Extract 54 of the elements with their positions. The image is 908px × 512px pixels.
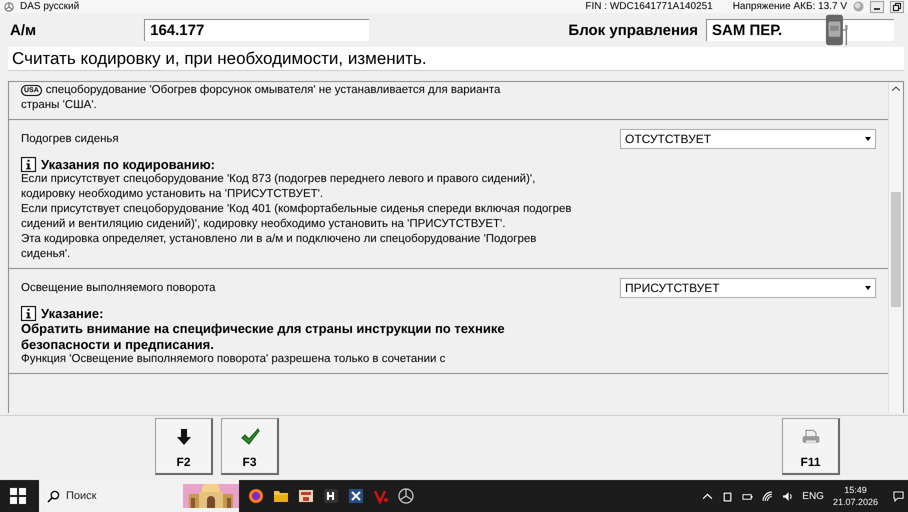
search-field[interactable]: Поиск [39, 480, 239, 512]
intro-text: спецоборудование 'Обогрев форсунок омывателя' не устанавливается для варианта [46, 83, 500, 98]
intro-text: страны 'США'. [21, 98, 98, 113]
function-button[interactable]: F3 [221, 418, 279, 475]
restore-button[interactable] [890, 0, 904, 12]
fin-text: FIN : WDC1641771A140251 [585, 1, 713, 12]
function-button[interactable]: F2 [155, 418, 213, 475]
vehicle-field: 164.177 [144, 19, 370, 41]
control-unit-field: SAM ПЕР. [706, 19, 894, 41]
vehicle-label: А/м [10, 22, 36, 38]
app-icon[interactable] [298, 488, 314, 504]
instruction-text: Считать кодировку и, при необходимости, изменить. [8, 47, 904, 71]
restore-icon [892, 2, 902, 12]
app-icon[interactable] [323, 488, 339, 504]
voltage-text: Напряжение АКБ: 13.7 V [732, 1, 847, 12]
value-dropdown[interactable]: ОТСУТСТВУЕТ [620, 129, 876, 149]
value-dropdown[interactable]: ПРИСУТСТВУЕТ [620, 278, 876, 298]
app-icon[interactable] [348, 488, 364, 504]
star-logo-icon[interactable] [398, 488, 414, 504]
note-paragraph: Если присутствует спецоборудование 'Код 873 (подогрев переднего левого и правого сидений)', кодировку необходимо установить на 'ПРИСУТСТВУЕТ'. [21, 172, 536, 202]
minimize-button[interactable] [870, 0, 884, 12]
search-icon [47, 490, 60, 502]
device-icon[interactable] [722, 490, 734, 502]
function-button[interactable]: F11 [782, 418, 840, 475]
speaker-icon[interactable] [782, 490, 794, 502]
note-paragraph: Если присутствует спецоборудование 'Код 401 (комфортабельные сиденья спереди включая подогрев сидений и вентиляцию сидений)', кодировку необходимо установить на 'ПРИСУТСТВУЕТ'. [21, 202, 573, 232]
setting-name: Освещение выполняемого поворота [21, 280, 216, 296]
note-heading: Указания по кодированию: [41, 157, 216, 172]
setting-name: Подогрев сиденья [21, 132, 119, 146]
info-icon [21, 157, 36, 172]
clock-time[interactable]: 15:49 [844, 484, 867, 496]
folder-icon[interactable] [273, 488, 289, 504]
scroll-up-icon[interactable] [892, 86, 900, 91]
note-paragraph: Функция 'Освещение выполняемого поворота' разрешена только в сочетании с [21, 352, 446, 367]
note-heading: Указание: [41, 306, 104, 321]
control-unit-label: Блок управления [568, 22, 698, 38]
star-logo-icon [4, 2, 14, 12]
status-light-icon [853, 1, 864, 12]
note-paragraph: Эта кодировка определяет, установлено ли в а/м и подключено ли спецоборудование 'Подогрев сиденья'. [21, 232, 538, 262]
clock-date[interactable]: 21.07.2026 [832, 496, 878, 508]
wifi-icon[interactable] [762, 490, 774, 502]
start-icon[interactable] [10, 488, 26, 504]
checkmark-icon [240, 427, 260, 447]
scrollbar-thumb[interactable] [891, 192, 901, 307]
note-paragraph: Обратить внимание на специфические для страны инструкции по технике безопасности и предписания. [21, 321, 506, 352]
info-icon [21, 306, 36, 321]
language-indicator[interactable]: ENG [802, 490, 824, 502]
notification-icon[interactable] [893, 490, 904, 502]
browser-icon[interactable] [248, 488, 264, 504]
window-title: DAS русский [20, 1, 80, 12]
caret-icon [865, 137, 871, 141]
diagnostic-device-icon [824, 13, 850, 47]
minimize-icon [874, 8, 880, 10]
caret-icon [865, 286, 871, 290]
